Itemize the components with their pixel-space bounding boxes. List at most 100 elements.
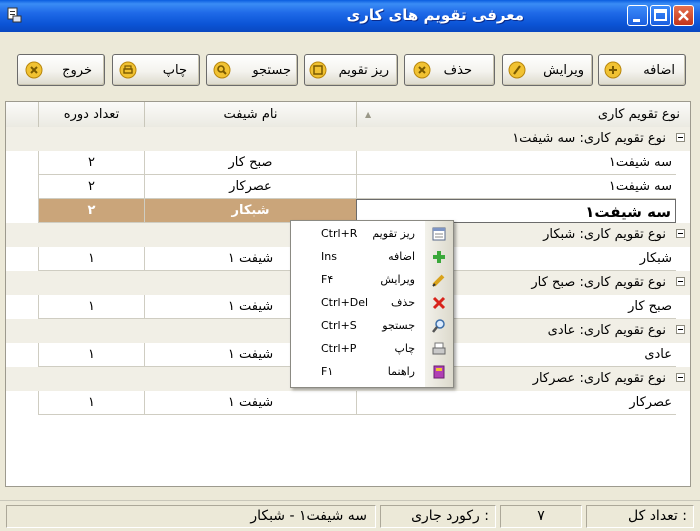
group-label: نوع تقویم کاری: شبکار (543, 227, 666, 242)
period-count-cell[interactable]: ۱ (38, 295, 144, 319)
menu-shortcut: Ctrl+S (321, 319, 357, 332)
exit-icon (25, 61, 43, 79)
sort-arrow-icon: ▲ (365, 110, 372, 119)
header-calendar-type-label: نوع تقویم کاری (597, 107, 680, 122)
menu-shortcut: F۴ (321, 273, 334, 286)
header-calendar-type[interactable]: ▲ نوع تقویم کاری (356, 102, 690, 127)
add-icon (604, 61, 622, 79)
menu-label: چاپ (394, 342, 415, 355)
menu-label: حذف (391, 296, 415, 309)
add-button[interactable]: اضافه (598, 54, 686, 86)
status-current-value: سه شیفت۱ - شبکار (6, 505, 376, 528)
menu-item-search[interactable]: Ctrl+S جستجو (291, 315, 453, 338)
delete-button-label: حذف (443, 63, 472, 78)
plus-icon (433, 251, 445, 263)
shift-name-cell[interactable]: صبح کار (144, 151, 356, 175)
minimize-button[interactable] (627, 5, 648, 26)
delete-button[interactable]: حذف (404, 54, 495, 86)
group-label: نوع تقویم کاری: سه شیفت۱ (512, 131, 666, 146)
maximize-button[interactable] (650, 5, 671, 26)
add-button-label: اضافه (643, 63, 675, 78)
menu-item-edit[interactable]: F۴ ویرایش (291, 269, 453, 292)
window-title: معرفی تقویم های کاری (346, 6, 525, 24)
printer-icon (432, 342, 446, 355)
menu-item-details[interactable]: Ctrl+R ریز تقویم (291, 223, 453, 246)
collapse-toggle-icon[interactable] (676, 373, 685, 382)
menu-item-add[interactable]: Ins اضافه (291, 246, 453, 269)
print-button[interactable]: چاپ (112, 54, 200, 86)
status-bar: تعداد کل : ۷ رکورد جاری : سه شیفت۱ - شبک… (0, 500, 700, 531)
header-shift-name[interactable]: نام شیفت (144, 102, 356, 127)
group-label: نوع تقویم کاری: صبح کار (531, 275, 666, 290)
group-row[interactable]: نوع تقویم کاری: سه شیفت۱ (6, 127, 690, 151)
maximize-icon (654, 9, 667, 21)
menu-shortcut: F۱ (321, 365, 334, 378)
close-button[interactable] (673, 5, 694, 26)
main-window: معرفی تقویم های کاری اضافه ویرایش حذف ری… (0, 0, 700, 531)
grid-header: تعداد دوره نام شیفت ▲ نوع تقویم کاری (6, 102, 690, 128)
exit-button[interactable]: خروج (17, 54, 105, 86)
menu-item-delete[interactable]: Ctrl+Del حذف (291, 292, 453, 315)
print-button-label: چاپ (162, 63, 187, 78)
status-current-label: رکورد جاری : (380, 505, 496, 528)
calendar-type-cell[interactable]: عصرکار (356, 391, 676, 415)
close-icon (678, 10, 689, 21)
magnifier-icon (432, 319, 445, 333)
collapse-toggle-icon[interactable] (676, 277, 685, 286)
menu-label: راهنما (387, 365, 415, 378)
edit-pencil-icon (508, 61, 526, 79)
delete-x-icon (432, 296, 446, 310)
search-icon (213, 61, 231, 79)
period-count-cell[interactable]: ۱ (38, 343, 144, 367)
menu-shortcut: Ctrl+Del (321, 296, 369, 309)
period-count-cell[interactable]: ۲ (38, 151, 144, 175)
table-row[interactable]: ۱ شیفت ۱ عصرکار (6, 391, 690, 415)
help-book-icon (433, 365, 445, 379)
menu-label: اضافه (388, 250, 415, 263)
exit-button-label: خروج (62, 63, 92, 78)
calendar-details-icon (309, 61, 327, 79)
group-label: نوع تقویم کاری: عادی (547, 323, 666, 338)
app-icon[interactable] (6, 7, 22, 23)
details-button[interactable]: ریز تقویم (304, 54, 398, 86)
details-button-label: ریز تقویم (338, 63, 389, 78)
toolbar: اضافه ویرایش حذف ریز تقویم جستجو چاپ خرو… (0, 32, 700, 98)
status-total-label: تعداد کل : (586, 505, 694, 528)
table-row[interactable]: ۲ عصرکار سه شیفت۱ (6, 175, 690, 199)
menu-shortcut: Ctrl+P (321, 342, 357, 355)
group-label: نوع تقویم کاری: عصرکار (532, 371, 666, 386)
period-count-cell[interactable]: ۱ (38, 391, 144, 415)
menu-shortcut: Ctrl+R (321, 227, 358, 240)
shift-name-cell[interactable]: عصرکار (144, 175, 356, 199)
minimize-icon (633, 19, 640, 22)
menu-label: ریز تقویم (372, 227, 415, 240)
print-icon (119, 61, 137, 79)
collapse-toggle-icon[interactable] (676, 325, 685, 334)
delete-icon (413, 61, 431, 79)
header-spacer (6, 102, 38, 127)
menu-item-print[interactable]: Ctrl+P چاپ (291, 338, 453, 361)
period-count-cell[interactable]: ۲ (38, 199, 144, 223)
search-button-label: جستجو (252, 63, 291, 78)
table-row[interactable]: ۲ صبح کار سه شیفت۱ (6, 151, 690, 175)
calendar-icon (432, 227, 446, 241)
collapse-toggle-icon[interactable] (676, 229, 685, 238)
context-menu: Ctrl+R ریز تقویم Ins اضافه F۴ ویرایش Ctr… (290, 220, 454, 388)
search-button[interactable]: جستجو (206, 54, 298, 86)
calendar-type-cell[interactable]: سه شیفت۱ (356, 151, 676, 175)
menu-label: ویرایش (380, 273, 415, 286)
shift-name-cell[interactable]: شیفت ۱ (144, 391, 356, 415)
status-total-value: ۷ (500, 505, 582, 528)
pencil-icon (432, 274, 445, 287)
edit-button-label: ویرایش (543, 63, 584, 78)
menu-item-help[interactable]: F۱ راهنما (291, 361, 453, 384)
period-count-cell[interactable]: ۱ (38, 247, 144, 271)
collapse-toggle-icon[interactable] (676, 133, 685, 142)
menu-shortcut: Ins (321, 250, 337, 263)
period-count-cell[interactable]: ۲ (38, 175, 144, 199)
calendar-type-cell[interactable]: سه شیفت۱ (356, 175, 676, 199)
title-bar[interactable]: معرفی تقویم های کاری (0, 0, 700, 32)
menu-label: جستجو (382, 319, 415, 332)
header-period-count[interactable]: تعداد دوره (38, 102, 144, 127)
edit-button[interactable]: ویرایش (502, 54, 593, 86)
